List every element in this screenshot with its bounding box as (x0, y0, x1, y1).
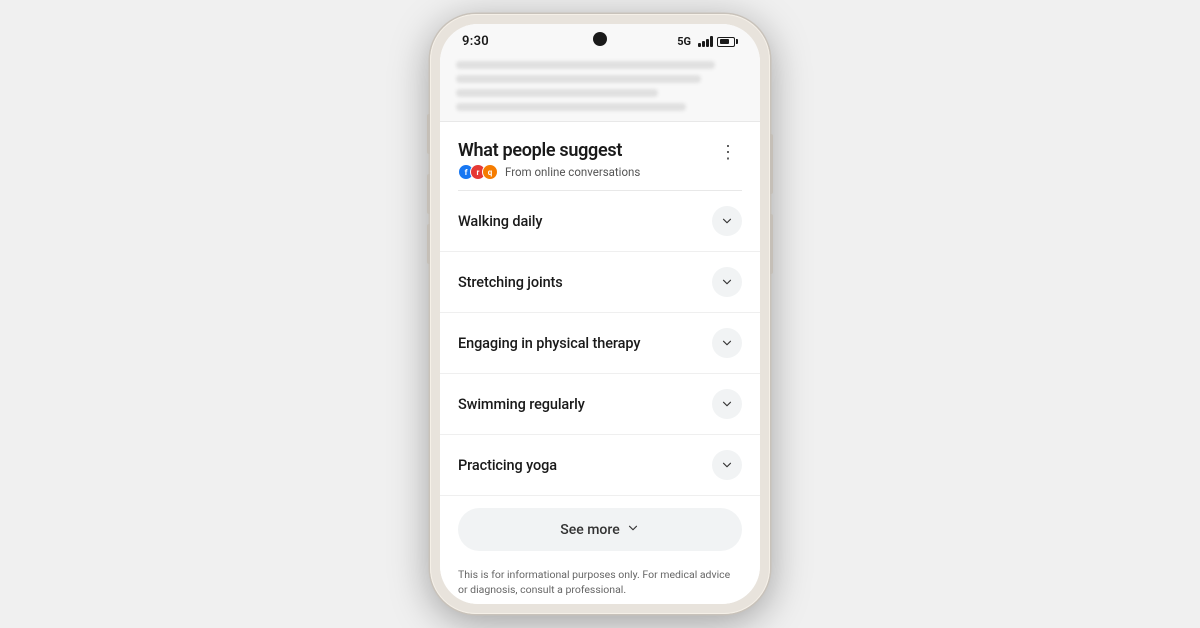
network-label: 5G (677, 35, 691, 48)
section-title: What people suggest (458, 140, 640, 161)
source-icon-quora: q (482, 164, 498, 180)
blur-line-2 (456, 75, 701, 83)
more-options-button[interactable]: ⋮ (715, 140, 742, 165)
phone-screen: 9:30 5G (440, 24, 760, 604)
suggestion-item-physical-therapy[interactable]: Engaging in physical therapy (440, 313, 760, 374)
battery-indicator (717, 37, 738, 47)
expand-button-walking[interactable] (712, 206, 742, 236)
blurred-top-content (440, 53, 760, 122)
main-content: What people suggest f r q From online co… (440, 122, 760, 604)
expand-button-yoga[interactable] (712, 450, 742, 480)
camera-notch (593, 32, 607, 46)
suggestion-item-yoga[interactable]: Practicing yoga (440, 435, 760, 496)
expand-button-swimming[interactable] (712, 389, 742, 419)
section-title-block: What people suggest f r q From online co… (458, 140, 640, 180)
status-time: 9:30 (462, 34, 489, 49)
disclaimer-text: This is for informational purposes only.… (440, 563, 760, 604)
chevron-down-icon (720, 397, 734, 411)
suggestion-item-walking[interactable]: Walking daily (440, 191, 760, 252)
suggestion-label-stretching: Stretching joints (458, 274, 563, 291)
suggestion-label-walking: Walking daily (458, 213, 542, 230)
blur-line-4 (456, 103, 686, 111)
suggestion-label-swimming: Swimming regularly (458, 396, 585, 413)
see-more-button[interactable]: See more (458, 508, 742, 551)
section-header: What people suggest f r q From online co… (440, 122, 760, 190)
chevron-down-icon (720, 214, 734, 228)
source-icons: f r q (458, 164, 494, 180)
suggestion-label-yoga: Practicing yoga (458, 457, 557, 474)
see-more-chevron-icon (626, 520, 640, 539)
expand-button-stretching[interactable] (712, 267, 742, 297)
chevron-down-icon (720, 458, 734, 472)
expand-button-physical-therapy[interactable] (712, 328, 742, 358)
phone-device: 9:30 5G (430, 14, 770, 614)
see-more-label: See more (560, 522, 619, 538)
chevron-down-icon (720, 336, 734, 350)
blur-line-3 (456, 89, 658, 97)
suggestion-item-stretching[interactable]: Stretching joints (440, 252, 760, 313)
section-subtitle: From online conversations (505, 165, 640, 179)
status-icons: 5G (677, 35, 738, 48)
chevron-down-icon (720, 275, 734, 289)
section-subtitle-row: f r q From online conversations (458, 164, 640, 180)
suggestion-item-swimming[interactable]: Swimming regularly (440, 374, 760, 435)
signal-bars (698, 36, 713, 47)
suggestion-label-physical-therapy: Engaging in physical therapy (458, 335, 640, 352)
blur-line-1 (456, 61, 715, 69)
status-bar: 9:30 5G (440, 24, 760, 53)
